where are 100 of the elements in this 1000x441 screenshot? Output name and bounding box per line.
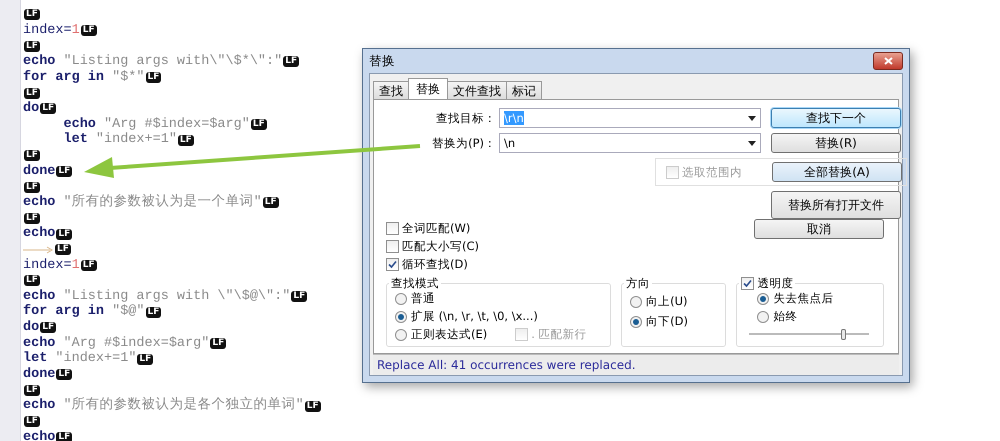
- radio-button[interactable]: [630, 316, 642, 328]
- line-end-marker: LF: [24, 40, 40, 52]
- radio-label: 失去焦点后: [773, 291, 834, 306]
- radio-button[interactable]: [757, 292, 770, 304]
- dialog-button[interactable]: 替换所有打开文件: [771, 191, 901, 219]
- group-title: 方向: [625, 276, 652, 291]
- code-keyword: echo: [23, 54, 56, 70]
- line-end-marker: LF: [146, 72, 162, 83]
- combo-field[interactable]: \n: [499, 133, 761, 153]
- radio-button[interactable]: [757, 310, 770, 322]
- dialog-button[interactable]: 查找下一个: [771, 108, 901, 128]
- code-keyword: do: [23, 100, 40, 117]
- checkbox-label: 透明度: [757, 276, 794, 291]
- line-end-marker: LF: [24, 416, 40, 428]
- checkbox-label: 选取范围内: [682, 164, 742, 180]
- code-text: index=: [23, 258, 72, 274]
- dropdown-caret-icon[interactable]: [748, 116, 756, 120]
- tab-arrow-icon: [23, 246, 53, 254]
- checkbox-label: 循环查找(D): [402, 257, 468, 272]
- line-end-marker: LF: [210, 338, 226, 350]
- radio-label: 普通: [411, 291, 435, 306]
- code-keyword: echo: [23, 430, 56, 441]
- line-end-marker: LF: [24, 9, 40, 20]
- checkbox[interactable]: [386, 258, 399, 271]
- code-keyword: echo: [23, 398, 56, 414]
- tab[interactable]: 标记: [506, 81, 542, 99]
- line-end-marker: LF: [283, 56, 300, 68]
- radio-button[interactable]: [395, 310, 407, 322]
- dropdown-caret-icon[interactable]: [748, 140, 756, 146]
- code-keyword: let: [23, 351, 48, 367]
- code-string: "Arg #$index=$arg": [104, 116, 250, 132]
- line-end-marker: LF: [304, 400, 321, 412]
- line-end-marker: LF: [146, 306, 162, 318]
- tab[interactable]: 替换: [408, 78, 448, 99]
- line-end-marker: LF: [24, 212, 40, 224]
- code-keyword: for arg in: [23, 304, 104, 320]
- code-string: "index+=1": [55, 351, 136, 368]
- code-keyword: echo: [23, 336, 56, 351]
- window-title: 替换: [369, 52, 395, 70]
- line-end-marker: LF: [137, 354, 154, 365]
- line-end-marker: LF: [262, 197, 279, 208]
- radio-label: 向下(D): [646, 314, 688, 329]
- line-end-marker: LF: [178, 134, 194, 146]
- line-end-marker: LF: [56, 369, 72, 380]
- line-end-marker: LF: [24, 275, 40, 286]
- dialog-button[interactable]: 全部替换(A): [772, 162, 902, 182]
- checkbox[interactable]: [386, 240, 399, 253]
- code-string: "Listing args with \"\$@\":": [64, 288, 290, 304]
- dialog-button[interactable]: 替换(R): [771, 133, 901, 153]
- line-end-marker: LF: [56, 228, 72, 240]
- code-string: "Arg #$index=$arg": [64, 336, 210, 351]
- tab[interactable]: 文件查找: [447, 81, 507, 99]
- code-keyword: echo: [23, 194, 56, 211]
- close-button[interactable]: [873, 52, 903, 70]
- code-number: 1: [72, 22, 80, 38]
- code-keyword: do: [23, 320, 40, 336]
- radio-button[interactable]: [395, 292, 407, 304]
- slider-thumb[interactable]: [840, 329, 846, 340]
- line-end-marker: LF: [40, 103, 56, 114]
- radio-label: 扩展 (\n, \r, \t, \0, \x...): [411, 309, 538, 324]
- tab[interactable]: 查找: [373, 81, 409, 99]
- code-keyword: echo: [23, 288, 56, 304]
- code-keyword: done: [23, 164, 56, 180]
- radio-button[interactable]: [630, 296, 642, 308]
- radio-label: 始终: [773, 309, 798, 324]
- line-end-marker: LF: [24, 182, 40, 193]
- line-end-marker: LF: [250, 118, 267, 130]
- checkbox-label: 匹配大小写(C): [402, 239, 480, 254]
- line-end-marker: LF: [40, 322, 56, 334]
- code-keyword: let: [64, 132, 88, 148]
- line-end-marker: LF: [24, 150, 40, 162]
- code-string: "所有的参数被认为是一个单词": [64, 194, 262, 211]
- field-label: 替换为(P)：: [431, 136, 497, 150]
- checkbox[interactable]: [741, 277, 754, 290]
- code-number: 1: [72, 258, 80, 274]
- group-title: 查找模式: [390, 276, 440, 291]
- status-bar: Replace All: 41 occurrences were replaced.: [373, 354, 899, 375]
- line-end-marker: LF: [56, 432, 72, 441]
- close-icon: [884, 57, 892, 65]
- dialog-button[interactable]: 取消: [754, 219, 884, 239]
- line-end-marker: LF: [55, 244, 71, 256]
- field-label: 查找目标：: [435, 110, 497, 126]
- code-string: "所有的参数被认为是各个独立的单词": [64, 398, 304, 414]
- code-string: "index+=1": [96, 132, 177, 148]
- transparency-slider[interactable]: [749, 329, 869, 339]
- line-end-marker: LF: [24, 88, 40, 99]
- checkbox[interactable]: [386, 222, 399, 235]
- code-string: "Listing args with\"\$*\":": [64, 54, 282, 70]
- code-keyword: echo: [64, 116, 96, 132]
- checkbox-label: 全词匹配(W): [402, 221, 470, 236]
- code-keyword: for arg in: [23, 70, 104, 86]
- code-keyword: done: [23, 367, 56, 383]
- line-end-marker: LF: [24, 385, 40, 396]
- line-end-marker: LF: [56, 166, 72, 177]
- code-keyword: echo: [23, 226, 56, 242]
- radio-button[interactable]: [395, 328, 407, 340]
- radio-label: 正则表达式(E): [411, 327, 488, 342]
- line-end-marker: LF: [80, 24, 97, 36]
- line-end-marker: LF: [80, 260, 97, 271]
- code-text: index=: [23, 22, 72, 38]
